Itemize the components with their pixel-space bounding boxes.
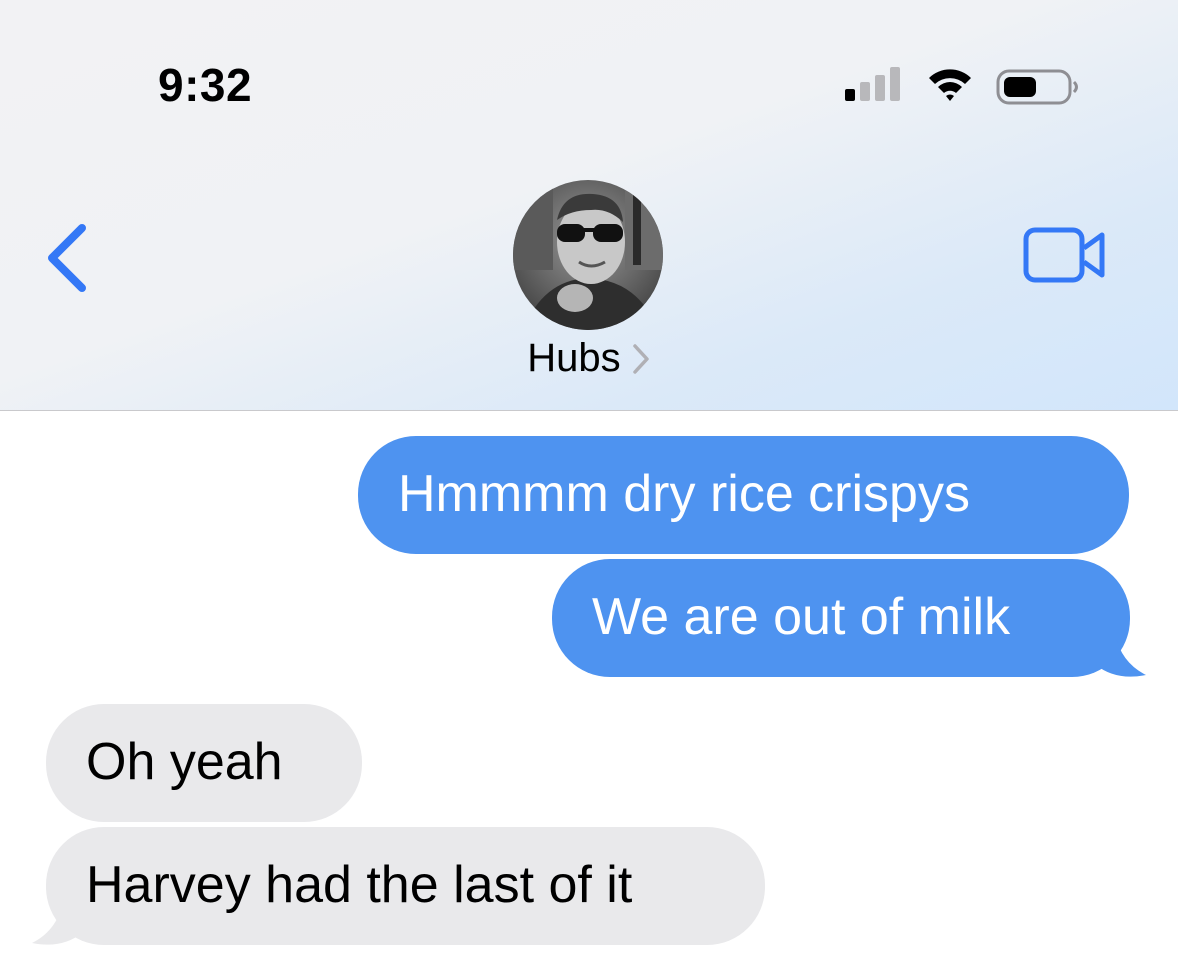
status-time: 9:32 — [158, 59, 253, 111]
chevron-right-icon — [632, 343, 649, 374]
contact-name-button[interactable]: Hubs — [0, 336, 1178, 381]
video-call-button[interactable] — [1022, 226, 1108, 284]
back-button[interactable] — [40, 220, 96, 296]
messages-screen: 9:32 Hubs Hmmmm dry rice crispys We are … — [0, 0, 1178, 959]
bubble-tail-received — [32, 895, 82, 945]
contact-name: Hubs — [527, 336, 621, 380]
wifi-icon — [929, 69, 971, 101]
contact-avatar[interactable] — [513, 180, 663, 330]
avatar-photo — [513, 180, 663, 330]
conversation-header: 9:32 Hubs — [0, 0, 1178, 411]
message-bubble-sent[interactable]: Hmmmm dry rice crispys — [358, 436, 1129, 554]
battery-icon — [996, 69, 1078, 105]
signal-icon — [845, 67, 900, 101]
video-camera-icon — [1023, 227, 1105, 283]
chevron-left-icon — [48, 224, 86, 292]
bubble-tail-sent — [1096, 627, 1146, 677]
message-bubble-received[interactable]: Oh yeah — [46, 704, 362, 822]
message-bubble-sent[interactable]: We are out of milk — [552, 559, 1130, 677]
message-bubble-received[interactable]: Harvey had the last of it — [46, 827, 765, 945]
